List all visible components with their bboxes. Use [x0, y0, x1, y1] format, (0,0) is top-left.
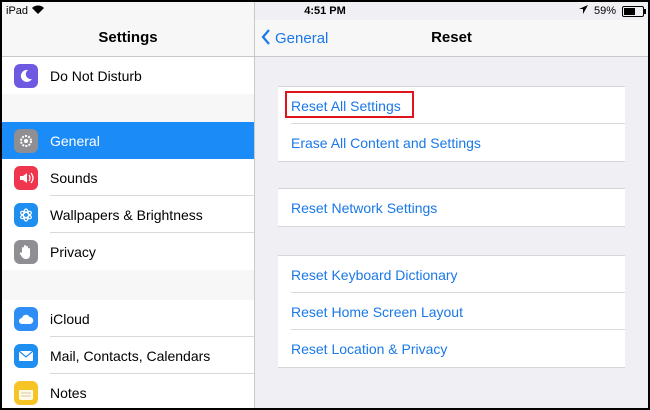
cloud-icon — [14, 306, 38, 331]
gear-icon — [14, 128, 38, 153]
sidebar-item-sounds[interactable]: Sounds — [2, 159, 254, 196]
moon-icon — [14, 63, 38, 88]
reset-location-privacy-label: Reset Location & Privacy — [291, 340, 448, 357]
reset-all-settings-label: Reset All Settings — [291, 97, 401, 114]
reset-keyboard-dictionary-button[interactable]: Reset Keyboard Dictionary — [278, 256, 625, 293]
chevron-left-icon — [261, 27, 271, 49]
status-time: 4:51 PM — [304, 5, 346, 17]
battery-percent: 59% — [593, 5, 616, 17]
sidebar-item-wallpapers-brightness[interactable]: Wallpapers & Brightness — [2, 196, 254, 233]
sidebar-item-label: Privacy — [50, 243, 96, 260]
sidebar-item-label: Do Not Disturb — [50, 67, 142, 84]
sidebar-item-mail-contacts-calendars[interactable]: Mail, Contacts, Calendars — [2, 337, 254, 374]
sidebar-group-1: Do Not Disturb — [2, 57, 254, 94]
reset-all-settings-button[interactable]: Reset All Settings — [278, 87, 625, 124]
sidebar-group-2: General Sounds Wallpapers & Brightness P… — [2, 122, 254, 270]
envelope-icon — [14, 343, 38, 368]
flower-icon — [14, 202, 38, 227]
back-button-label: General — [275, 29, 329, 47]
speaker-icon — [14, 165, 38, 190]
hand-icon — [14, 239, 38, 264]
screen: Settings Do Not Disturb General Sounds W… — [2, 2, 648, 408]
location-arrow-icon — [578, 5, 588, 17]
sidebar-group-3: iCloud Mail, Contacts, Calendars Notes — [2, 300, 254, 408]
erase-all-content-label: Erase All Content and Settings — [291, 134, 481, 151]
sidebar-title: Settings — [2, 20, 254, 57]
sidebar-item-label: iCloud — [50, 310, 90, 327]
sidebar-item-label: Notes — [50, 384, 87, 401]
sidebar-item-general[interactable]: General — [2, 122, 254, 159]
sidebar-item-label: Wallpapers & Brightness — [50, 206, 203, 223]
sidebar: Settings Do Not Disturb General Sounds W… — [2, 2, 255, 408]
reset-group-3: Reset Keyboard Dictionary Reset Home Scr… — [278, 255, 625, 368]
sidebar-item-label: Mail, Contacts, Calendars — [50, 347, 211, 364]
reset-network-settings-button[interactable]: Reset Network Settings — [278, 189, 625, 226]
erase-all-content-button[interactable]: Erase All Content and Settings — [278, 124, 625, 161]
sidebar-item-do-not-disturb[interactable]: Do Not Disturb — [2, 57, 254, 94]
sidebar-item-privacy[interactable]: Privacy — [2, 233, 254, 270]
reset-home-screen-layout-label: Reset Home Screen Layout — [291, 303, 463, 320]
sidebar-item-label: General — [50, 132, 100, 149]
reset-keyboard-dictionary-label: Reset Keyboard Dictionary — [291, 266, 458, 283]
back-button[interactable]: General — [261, 20, 328, 56]
sidebar-item-notes[interactable]: Notes — [2, 374, 254, 408]
notes-icon — [14, 380, 38, 405]
navigation-bar: Reset General — [255, 20, 648, 57]
sidebar-item-icloud[interactable]: iCloud — [2, 300, 254, 337]
reset-group-1: Reset All Settings Erase All Content and… — [278, 86, 625, 162]
reset-location-privacy-button[interactable]: Reset Location & Privacy — [278, 330, 625, 367]
status-bar: iPad 4:51 PM 59% — [2, 2, 648, 20]
reset-group-2: Reset Network Settings — [278, 188, 625, 227]
reset-network-settings-label: Reset Network Settings — [291, 199, 438, 216]
sidebar-item-label: Sounds — [50, 169, 98, 186]
battery-icon — [622, 5, 646, 17]
reset-home-screen-layout-button[interactable]: Reset Home Screen Layout — [278, 293, 625, 330]
